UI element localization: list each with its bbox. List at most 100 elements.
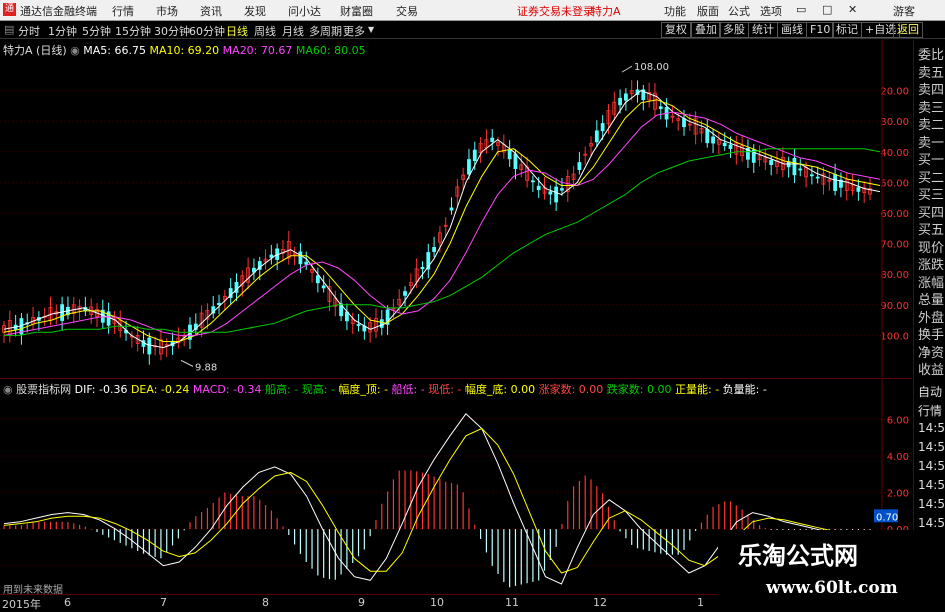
toolbar-mark-button[interactable]: 标记: [832, 22, 862, 38]
restore-icon[interactable]: □: [822, 3, 832, 16]
quote-field-label[interactable]: 卖一: [918, 132, 944, 151]
menu-item-quotes[interactable]: 行情: [112, 3, 134, 19]
toolbar-adjust-button[interactable]: 复权: [661, 22, 691, 38]
tick-time-label[interactable]: 14:50: [918, 440, 945, 454]
toolbar-stats-button[interactable]: 统计: [748, 22, 778, 38]
login-notice[interactable]: 证券交易未登录: [517, 3, 594, 19]
app-title: 通达信金融终端: [20, 5, 97, 18]
tick-time-label[interactable]: 14:50: [918, 516, 945, 530]
tick-time-label[interactable]: 行情: [918, 402, 942, 419]
quote-field-label[interactable]: 卖五: [918, 62, 944, 81]
quote-field-label[interactable]: 卖四: [918, 79, 944, 98]
candle-body: [554, 186, 559, 203]
toolbar-overlay-button[interactable]: 叠加: [691, 22, 721, 38]
candle-body: [490, 137, 495, 142]
period-more[interactable]: 更多: [343, 23, 365, 39]
toolbar-multistock-button[interactable]: 多股: [719, 22, 749, 38]
minimize-icon[interactable]: ▭: [796, 3, 806, 16]
quote-field-label[interactable]: 委比: [918, 44, 944, 63]
menu-item-wealth[interactable]: 财富圈: [340, 3, 373, 19]
period-15min[interactable]: 15分钟: [115, 23, 151, 39]
toolbar-draw-button[interactable]: 画线: [777, 22, 807, 38]
candle-body: [420, 266, 425, 270]
menu-item-ask[interactable]: 问小达: [288, 3, 321, 19]
period-monthly[interactable]: 月线: [282, 23, 304, 39]
quote-field-label[interactable]: 涨幅: [918, 272, 944, 291]
menu-item-formula[interactable]: 公式: [728, 3, 750, 19]
menu-item-trade[interactable]: 交易: [396, 3, 418, 19]
close-icon[interactable]: ✕: [848, 3, 857, 16]
quote-field-label[interactable]: 买三: [918, 184, 944, 203]
main-chart[interactable]: 特力A (日线) ◉ MA5: 66.75 MA10: 69.20 MA20: …: [0, 40, 912, 377]
y-tick-label: 40.00: [880, 148, 909, 159]
period-30min[interactable]: 30分钟: [154, 23, 190, 39]
list-icon[interactable]: ▤: [4, 23, 14, 36]
menu-item-news[interactable]: 资讯: [200, 3, 222, 19]
quote-field-label[interactable]: 卖二: [918, 114, 944, 133]
y-tick-label: 2.00: [887, 489, 909, 500]
candle-body: [548, 191, 553, 195]
tick-time-label[interactable]: 14:50: [918, 497, 945, 511]
tick-time-label[interactable]: 14:50: [918, 421, 945, 435]
quote-field-label[interactable]: 买一: [918, 149, 944, 168]
quote-field-label[interactable]: 收益: [918, 359, 944, 378]
menu-item-market[interactable]: 市场: [156, 3, 178, 19]
quote-field-label[interactable]: 净资: [918, 342, 944, 361]
candle-body: [432, 246, 436, 252]
current-value-label: 0.70: [876, 512, 898, 523]
period-intraday[interactable]: 分时: [18, 23, 40, 39]
date-label-9: 9: [358, 596, 365, 609]
candle-body: [379, 319, 384, 328]
candle-body: [728, 144, 733, 149]
tick-time-label[interactable]: 14:50: [918, 478, 945, 492]
period-weekly[interactable]: 周线: [254, 23, 276, 39]
watermark-title: 乐淘公式网: [738, 542, 858, 570]
date-label-year: 2015年: [2, 598, 41, 611]
app-logo-icon: 通: [3, 3, 16, 16]
candle-body: [530, 180, 535, 183]
toolbar-back-button[interactable]: 返回: [893, 22, 923, 38]
candle-body: [577, 162, 582, 170]
quote-field-label[interactable]: 买四: [918, 202, 944, 221]
right-quote-panel: 委比 卖五 卖四 卖三 卖二 卖一 买一 买二 买三 买四 买五 现价 涨跌 涨幅 总量 外盘 换手 净资 收益自动…: [913, 40, 945, 593]
candle-body: [711, 136, 715, 144]
tick-time-label[interactable]: 14:50: [918, 459, 945, 473]
quote-field-label[interactable]: 买二: [918, 167, 944, 186]
quote-field-label[interactable]: 涨跌: [918, 254, 944, 273]
candle-body: [356, 324, 361, 326]
menu-item-options[interactable]: 选项: [760, 3, 782, 19]
date-label-8: 8: [262, 596, 269, 609]
user-label[interactable]: 游客: [893, 3, 915, 19]
toolbar-f10-button[interactable]: F10: [806, 22, 835, 38]
quote-field-label[interactable]: 总量: [918, 289, 944, 308]
quote-field-label[interactable]: 现价: [918, 237, 944, 256]
quote-field-label[interactable]: 换手: [918, 324, 944, 343]
candle-body: [618, 97, 622, 106]
chevron-down-icon[interactable]: ▼: [368, 25, 374, 34]
high-marker-label: 108.00: [634, 62, 669, 73]
period-5min[interactable]: 5分钟: [82, 23, 111, 39]
menu-item-function[interactable]: 功能: [664, 3, 686, 19]
menu-item-layout[interactable]: 版面: [697, 3, 719, 19]
y-tick-label: 90.00: [880, 301, 909, 312]
candle-body: [856, 187, 861, 192]
date-label-7: 7: [160, 596, 167, 609]
candle-body: [809, 174, 814, 177]
quote-field-label[interactable]: 买五: [918, 219, 944, 238]
candle-body: [682, 118, 686, 128]
candle-body: [815, 176, 820, 179]
period-1min[interactable]: 1分钟: [48, 23, 77, 39]
candle-body: [722, 142, 727, 147]
period-daily[interactable]: 日线: [226, 23, 248, 39]
quote-field-label[interactable]: 卖三: [918, 97, 944, 116]
menu-bar: 通 通达信金融终端 行情 市场 资讯 发现 问小达 财富圈 交易 证券交易未登录…: [0, 0, 945, 21]
quote-field-label[interactable]: 外盘: [918, 307, 944, 326]
low-marker-line: [180, 359, 194, 367]
date-label-12: 12: [593, 596, 607, 609]
tick-time-label[interactable]: 自动: [918, 383, 942, 400]
period-60min[interactable]: 60分钟: [189, 23, 225, 39]
menu-item-discover[interactable]: 发现: [244, 3, 266, 19]
candle-body: [217, 302, 221, 306]
date-label-10: 10: [430, 596, 444, 609]
period-multi[interactable]: 多周期: [309, 23, 342, 39]
